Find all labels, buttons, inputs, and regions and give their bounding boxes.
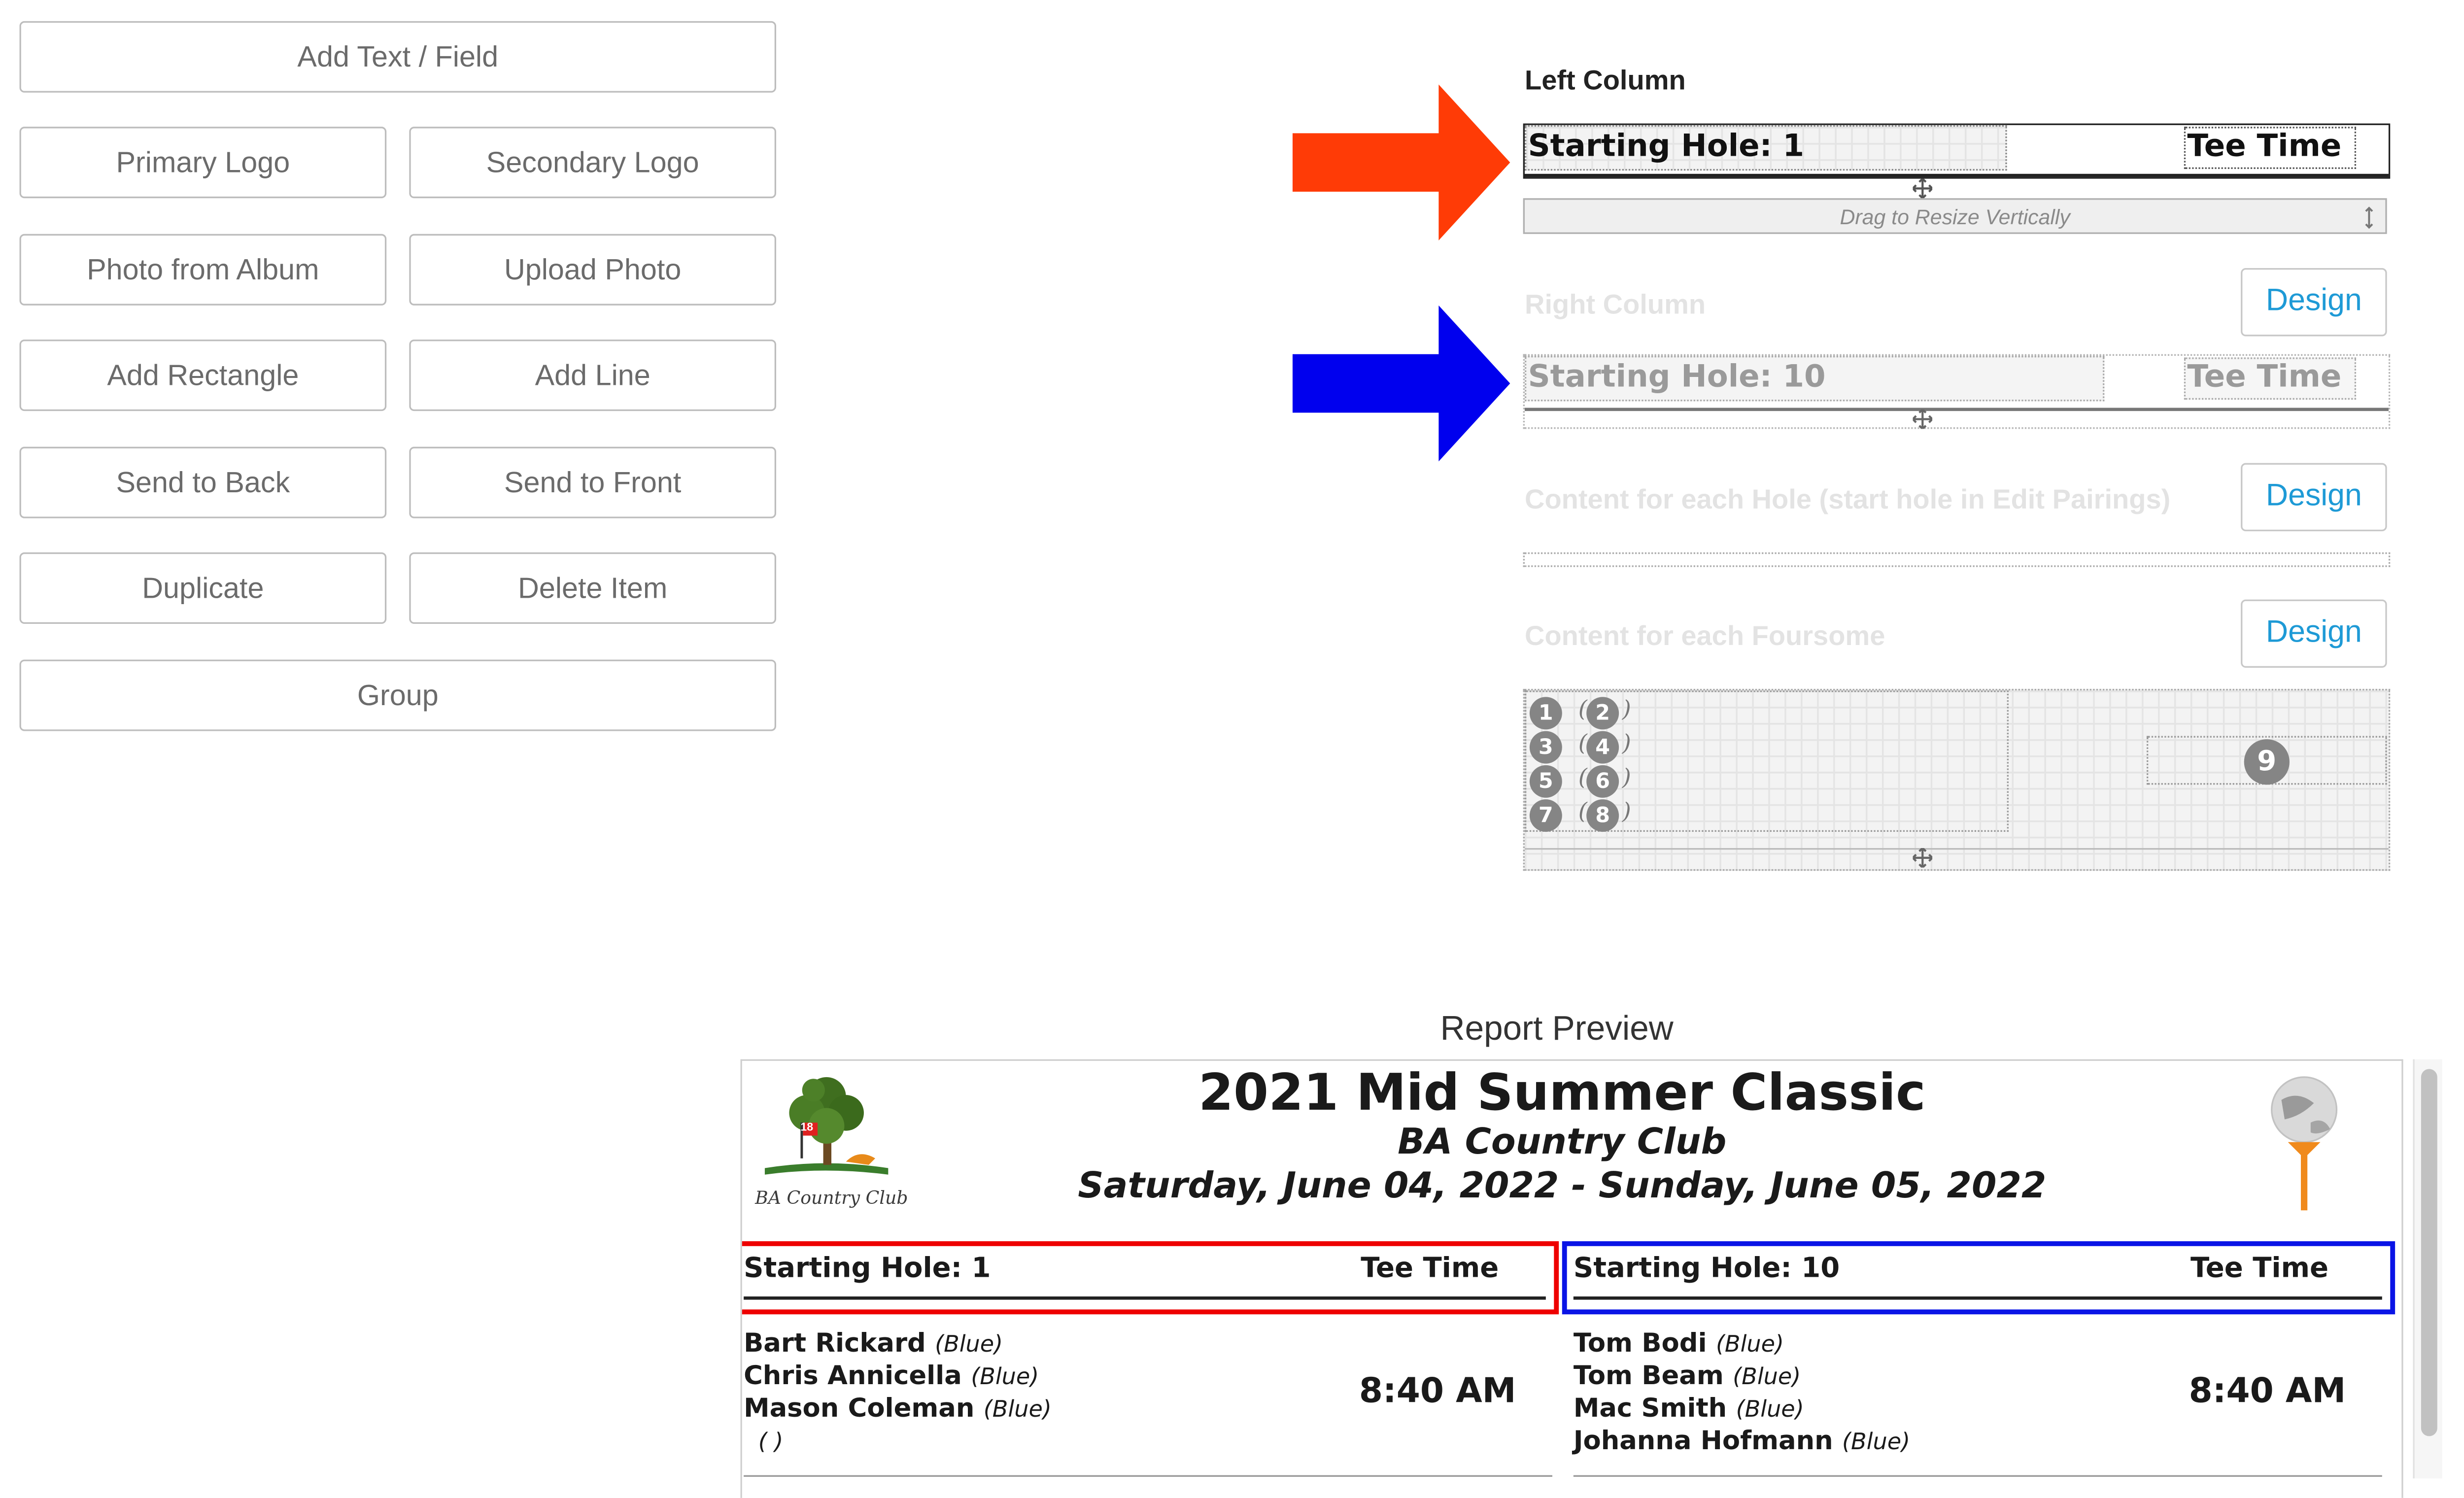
- player-row: Johanna Hofmann (Blue): [1573, 1425, 1911, 1456]
- tee-paren: (: [1578, 799, 1587, 825]
- left-column-header-box[interactable]: Starting Hole: 1 Tee Time: [1523, 123, 2391, 179]
- scrollbar-thumb[interactable]: [2421, 1069, 2437, 1436]
- move-handle-icon[interactable]: [1913, 409, 1933, 429]
- foursome-content-box[interactable]: 1 ( 2 ) 3 ( 4 ) 5 ( 6 ) 7 ( 8 ) 9: [1523, 688, 2391, 871]
- add-rectangle-button[interactable]: Add Rectangle: [19, 340, 387, 411]
- hole-content-design-button[interactable]: Design: [2241, 463, 2387, 532]
- starting-hole-field[interactable]: Starting Hole: 1: [1525, 125, 2007, 171]
- right-tee-time-header: Tee Time: [2190, 1252, 2328, 1285]
- tee-paren: (: [1578, 765, 1587, 791]
- secondary-logo-button[interactable]: Secondary Logo: [409, 127, 777, 199]
- tee-time-field-right[interactable]: Tee Time: [2184, 357, 2357, 400]
- right-header-underline: [1573, 1296, 2382, 1300]
- tee-time-field-foursome[interactable]: 9: [2146, 736, 2387, 785]
- left-column-label: Left Column: [1525, 65, 1686, 96]
- red-arrow-icon: [1292, 84, 1510, 240]
- report-preview-panel: BA Country Club 18 2021 Mid Summer Class…: [740, 1059, 2403, 1498]
- resize-hint-text: Drag to Resize Vertically: [1840, 204, 2070, 229]
- left-row-divider: [744, 1475, 1553, 1477]
- photo-from-album-button[interactable]: Photo from Album: [19, 234, 387, 306]
- tee-paren: (: [1578, 731, 1587, 757]
- starting-hole-text: Starting Hole: 1: [1528, 128, 1805, 164]
- player-row: Tom Beam (Blue): [1573, 1360, 1801, 1391]
- resize-arrow-icon: [2365, 206, 2373, 229]
- upload-photo-button[interactable]: Upload Photo: [409, 234, 777, 306]
- left-tee-time-value: 8:40 AM: [1359, 1371, 1516, 1410]
- tee-time-text: Tee Time: [2187, 128, 2342, 164]
- club-name: BA Country Club: [1398, 1123, 1727, 1163]
- header-underline: [1525, 173, 2389, 177]
- event-dates: Saturday, June 04, 2022 - Sunday, June 0…: [1078, 1166, 2047, 1207]
- hole-content-box[interactable]: [1523, 552, 2391, 567]
- group-button[interactable]: Group: [19, 659, 777, 731]
- left-header-underline: [744, 1296, 1546, 1300]
- right-column-header-box[interactable]: Starting Hole: 10 Tee Time: [1523, 354, 2391, 429]
- primary-logo-button[interactable]: Primary Logo: [19, 127, 387, 199]
- header-underline-right: [1525, 408, 2389, 411]
- right-column-design-button[interactable]: Design: [2241, 268, 2387, 337]
- player-number-5: 5: [1529, 765, 1562, 798]
- player-number-3: 3: [1529, 731, 1562, 764]
- delete-item-button[interactable]: Delete Item: [409, 552, 777, 624]
- tee-number-2: 2: [1586, 697, 1619, 730]
- time-number-9: 9: [2244, 739, 2290, 785]
- starting-hole-10-text: Starting Hole: 10: [1528, 359, 1826, 395]
- foursome-underline: [1525, 848, 2389, 850]
- add-text-field-button[interactable]: Add Text / Field: [19, 21, 777, 93]
- resize-handle-bar[interactable]: Drag to Resize Vertically: [1523, 198, 2387, 234]
- hole-content-label: Content for each Hole (start hole in Edi…: [1525, 484, 2171, 515]
- move-handle-icon[interactable]: [1913, 848, 1933, 868]
- add-line-button[interactable]: Add Line: [409, 340, 777, 411]
- preview-scrollbar[interactable]: [2413, 1059, 2442, 1479]
- players-field[interactable]: 1 ( 2 ) 3 ( 4 ) 5 ( 6 ) 7 ( 8 ): [1525, 690, 2009, 832]
- player-row: Mason Coleman (Blue): [744, 1392, 1052, 1424]
- player-row: Bart Rickard (Blue): [744, 1327, 1003, 1359]
- tee-number-6: 6: [1586, 765, 1619, 798]
- tee-paren: ): [1622, 731, 1631, 757]
- event-title: 2021 Mid Summer Classic: [1198, 1064, 1926, 1123]
- blue-arrow-icon: [1292, 305, 1510, 462]
- send-to-back-button[interactable]: Send to Back: [19, 446, 387, 518]
- starting-hole-10-field[interactable]: Starting Hole: 10: [1525, 356, 2105, 402]
- player-row: ( ): [758, 1430, 784, 1456]
- left-tee-time-header: Tee Time: [1361, 1252, 1499, 1285]
- send-to-front-button[interactable]: Send to Front: [409, 446, 777, 518]
- right-column-label: Right Column: [1525, 289, 1706, 320]
- tee-paren: (: [1578, 697, 1587, 723]
- tee-time-field[interactable]: Tee Time: [2184, 127, 2357, 169]
- player-row: Tom Bodi (Blue): [1573, 1327, 1784, 1359]
- right-row-divider: [1573, 1475, 2382, 1477]
- report-preview-title: Report Preview: [1440, 1010, 1674, 1048]
- tee-number-8: 8: [1586, 799, 1619, 832]
- tee-paren: ): [1622, 799, 1631, 825]
- player-number-7: 7: [1529, 799, 1562, 832]
- foursome-content-design-button[interactable]: Design: [2241, 599, 2387, 668]
- tee-paren: ): [1622, 765, 1631, 791]
- player-row: Chris Annicella (Blue): [744, 1360, 1039, 1391]
- player-row: Mac Smith (Blue): [1573, 1392, 1804, 1424]
- foursome-content-label: Content for each Foursome: [1525, 620, 1885, 652]
- tee-number-4: 4: [1586, 731, 1619, 764]
- right-tee-time-value: 8:40 AM: [2189, 1371, 2346, 1410]
- tee-time-text-right: Tee Time: [2187, 359, 2342, 395]
- right-starting-hole: Starting Hole: 10: [1573, 1252, 1840, 1285]
- move-handle-icon[interactable]: [1913, 178, 1933, 199]
- player-number-1: 1: [1529, 697, 1562, 730]
- duplicate-button[interactable]: Duplicate: [19, 552, 387, 624]
- left-starting-hole: Starting Hole: 1: [744, 1252, 991, 1285]
- tee-paren: ): [1622, 697, 1631, 723]
